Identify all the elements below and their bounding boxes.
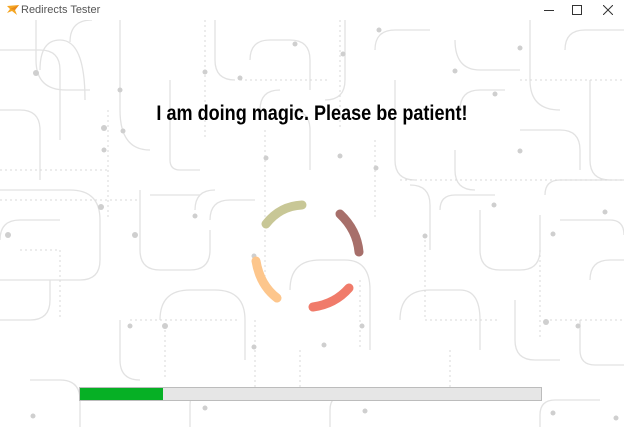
- spinner-segment-3: [308, 283, 354, 312]
- close-button[interactable]: [593, 0, 623, 20]
- window-title: Redirects Tester: [21, 4, 101, 16]
- spinner-segment-4: [251, 256, 282, 303]
- minimize-button[interactable]: [534, 0, 564, 20]
- main-content: I am doing magic. Please be patient!: [0, 20, 624, 427]
- spinner-segment-1: [261, 200, 307, 229]
- title-bar: Redirects Tester: [0, 0, 624, 20]
- spinner-segment-2: [335, 209, 364, 257]
- progress-bar: [79, 387, 542, 401]
- maximize-icon: [572, 5, 582, 15]
- loading-spinner-icon: [251, 200, 364, 312]
- maximize-button[interactable]: [562, 0, 592, 20]
- app-logo-icon: [7, 5, 19, 15]
- close-icon: [603, 5, 613, 15]
- minimize-icon: [544, 10, 554, 11]
- progress-bar-fill: [80, 388, 163, 400]
